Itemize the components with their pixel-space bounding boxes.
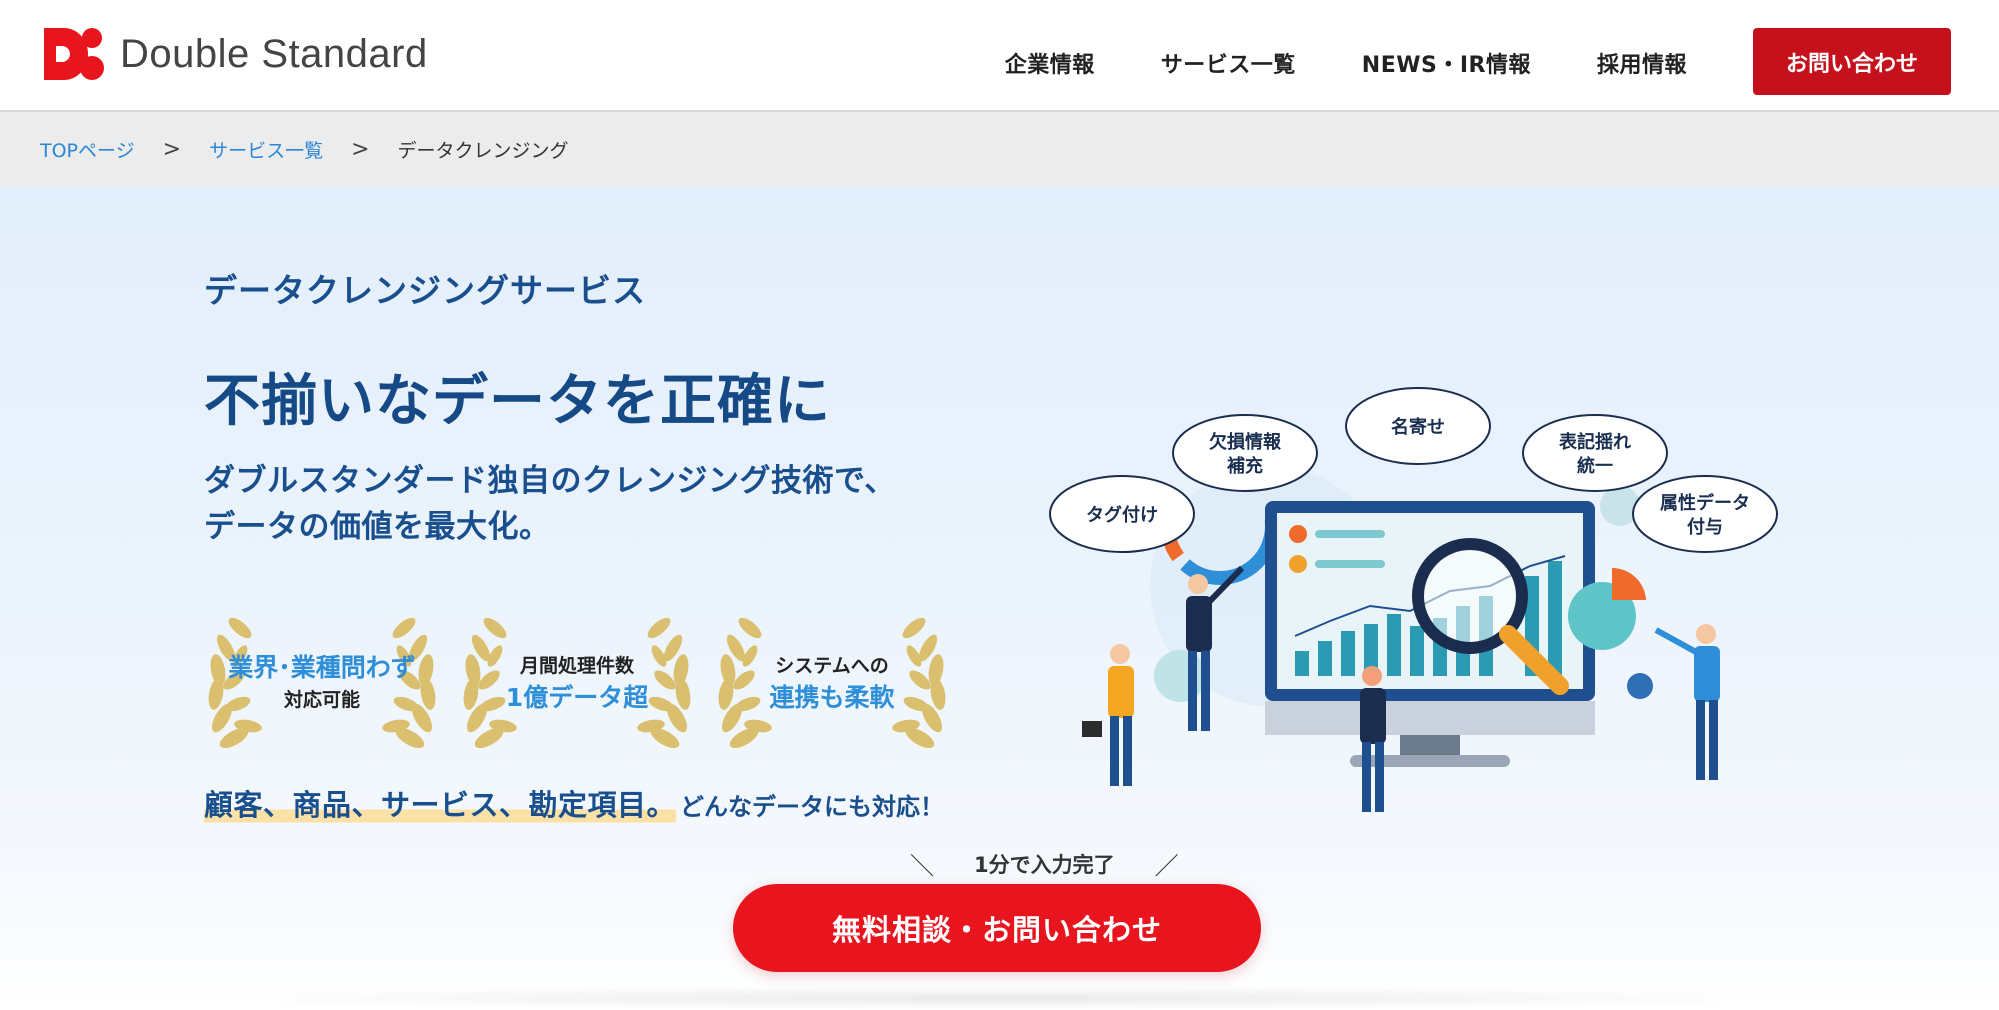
input-time-note: ＼ 1分で入力完了 ／ bbox=[870, 846, 1219, 881]
main-nav: 企業情報 サービス一覧 NEWS・IR情報 採用情報 お問い合わせ bbox=[1005, 28, 1951, 95]
svg-text:付与: 付与 bbox=[1687, 516, 1723, 538]
award-text: 月間処理件数 1億データ超 bbox=[459, 608, 695, 758]
award-badge-industries: 業界･業種問わず 対応可能 bbox=[204, 608, 440, 758]
hero-headline: 不揃いなデータを正確に bbox=[204, 369, 831, 434]
breadcrumb-services-link[interactable]: サービス一覧 bbox=[209, 136, 323, 163]
tagline-highlight: 顧客、商品、サービス、勘定項目。 bbox=[204, 782, 677, 826]
nav-item-services[interactable]: サービス一覧 bbox=[1161, 47, 1296, 79]
logo[interactable]: Double Standard bbox=[42, 26, 428, 82]
nav-item-recruit[interactable]: 採用情報 bbox=[1597, 47, 1687, 79]
svg-text:統一: 統一 bbox=[1577, 455, 1613, 477]
breadcrumb: TOPページ > サービス一覧 > データクレンジング bbox=[0, 112, 1999, 186]
breadcrumb-current: データクレンジング bbox=[397, 139, 569, 162]
breadcrumb-separator: > bbox=[162, 136, 182, 162]
person-figure-1 bbox=[1082, 644, 1134, 786]
award-highlight: 連携も柔軟 bbox=[769, 683, 895, 712]
svg-text:表記揺れ: 表記揺れ bbox=[1559, 431, 1631, 453]
note-left-mark: ＼ bbox=[910, 852, 934, 880]
award-badge-volume: 月間処理件数 1億データ超 bbox=[459, 608, 695, 758]
breadcrumb-top-link[interactable]: TOPページ bbox=[40, 136, 135, 163]
award-highlight: 業界･業種問わず bbox=[228, 653, 416, 682]
bubble-tag: タグ付け bbox=[1049, 475, 1195, 553]
award-caption: 対応可能 bbox=[283, 689, 360, 711]
nav-item-news-ir[interactable]: NEWS・IR情報 bbox=[1362, 47, 1531, 79]
svg-text:名寄せ: 名寄せ bbox=[1391, 416, 1445, 438]
hero-section: データクレンジングサービス 不揃いなデータを正確に ダブルスタンダード独自のクレ… bbox=[0, 186, 1999, 1010]
nav-item-company[interactable]: 企業情報 bbox=[1005, 47, 1095, 79]
header-contact-button[interactable]: お問い合わせ bbox=[1753, 28, 1951, 95]
person-figure-4 bbox=[1654, 624, 1720, 780]
award-badges: 業界･業種問わず 対応可能 月間処理件数 1億データ超 システムへの 連携も柔軟 bbox=[204, 608, 969, 758]
award-text: 業界･業種問わず 対応可能 bbox=[204, 608, 440, 758]
svg-text:属性データ: 属性データ bbox=[1660, 492, 1750, 514]
data-cleansing-illustration: タグ付け 欠損情報 補充 名寄せ 表記揺れ 統一 属性データ 付与 bbox=[1049, 387, 1778, 812]
hero-kicker: データクレンジングサービス bbox=[204, 271, 646, 310]
hero-subheading: ダブルスタンダード独自のクレンジング技術で、 データの価値を最大化。 bbox=[204, 458, 896, 550]
award-caption: システムへの bbox=[775, 655, 889, 677]
svg-text:補充: 補充 bbox=[1226, 455, 1263, 477]
award-badge-integration: システムへの 連携も柔軟 bbox=[714, 608, 950, 758]
logo-mark-icon bbox=[44, 28, 104, 80]
free-consultation-button[interactable]: 無料相談・お問い合わせ bbox=[733, 884, 1261, 972]
bubble-notation-unify: 表記揺れ 統一 bbox=[1522, 414, 1668, 492]
site-header: Double Standard 企業情報 サービス一覧 NEWS・IR情報 採用… bbox=[0, 0, 1999, 112]
hero-tagline: 顧客、商品、サービス、勘定項目。 どんなデータにも対応！ bbox=[204, 782, 944, 826]
award-text: システムへの 連携も柔軟 bbox=[714, 608, 950, 758]
award-caption: 月間処理件数 bbox=[519, 655, 634, 677]
note-text: 1分で入力完了 bbox=[974, 852, 1115, 877]
bubble-attribute: 属性データ 付与 bbox=[1632, 475, 1778, 553]
hero-sub-line1: ダブルスタンダード独自のクレンジング技術で、 bbox=[204, 463, 896, 499]
logo-text: Double Standard bbox=[120, 31, 428, 76]
section-shadow bbox=[200, 986, 1800, 1010]
bubble-tag-label: タグ付け bbox=[1086, 504, 1158, 526]
breadcrumb-separator: > bbox=[351, 136, 370, 162]
award-highlight: 1億データ超 bbox=[505, 683, 649, 712]
tagline-rest: どんなデータにも対応！ bbox=[680, 793, 945, 821]
bubble-missing-info: 欠損情報 補充 bbox=[1172, 414, 1318, 492]
hero-sub-line2: データの価値を最大化。 bbox=[204, 509, 551, 545]
bubble-name-matching: 名寄せ bbox=[1345, 387, 1491, 465]
note-right-mark: ／ bbox=[1154, 852, 1179, 880]
svg-text:欠損情報: 欠損情報 bbox=[1209, 431, 1282, 453]
